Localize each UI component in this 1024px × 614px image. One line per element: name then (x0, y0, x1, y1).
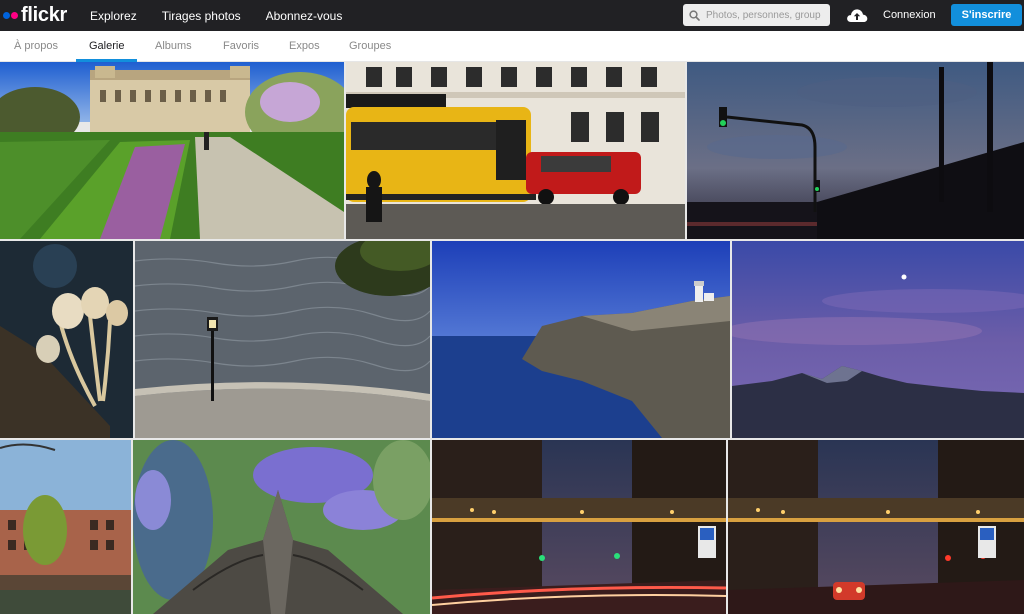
photo-mountain-moon[interactable] (732, 241, 1024, 438)
photo-coast-lighthouse[interactable] (432, 241, 730, 438)
photo-night-street-1[interactable] (432, 440, 726, 614)
search-icon (689, 9, 700, 21)
photo-mushrooms[interactable] (0, 241, 133, 438)
flickr-logo[interactable]: flickr (0, 0, 78, 31)
search-box[interactable] (683, 4, 830, 26)
profile-subnav: À propos Galerie Albums Favoris Expos Gr… (0, 31, 1024, 62)
photo-dusk-railway[interactable] (687, 62, 1024, 239)
photo-moth-flowers[interactable] (133, 440, 430, 614)
signup-button[interactable]: S'inscrire (951, 4, 1022, 26)
tab-galerie[interactable]: Galerie (89, 31, 124, 61)
photo-gallery (0, 62, 1024, 614)
login-link[interactable]: Connexion (883, 0, 936, 31)
tab-expos[interactable]: Expos (289, 31, 320, 61)
tab-albums[interactable]: Albums (155, 31, 192, 61)
main-nav: Explorez Tirages photos Abonnez-vous (90, 9, 367, 23)
nav-tirages-photos[interactable]: Tirages photos (162, 9, 241, 23)
nav-explorez[interactable]: Explorez (90, 9, 137, 23)
photo-night-street-2[interactable] (728, 440, 1024, 614)
nav-abonnez-vous[interactable]: Abonnez-vous (266, 9, 343, 23)
photo-yellow-tram[interactable] (346, 62, 685, 239)
tab-a-propos[interactable]: À propos (14, 31, 58, 61)
search-input[interactable] (706, 9, 821, 21)
photo-river-lamp[interactable] (135, 241, 430, 438)
top-bar: flickr Explorez Tirages photos Abonnez-v… (0, 0, 1024, 31)
upload-cloud-icon[interactable] (846, 6, 868, 24)
logo-dot-pink (11, 12, 18, 19)
tab-favoris[interactable]: Favoris (223, 31, 259, 61)
photo-canal-houses[interactable] (0, 440, 131, 614)
logo-dot-blue (3, 12, 10, 19)
logo-text: flickr (21, 4, 68, 26)
photo-paris-garden[interactable] (0, 62, 344, 239)
tab-groupes[interactable]: Groupes (349, 31, 391, 61)
